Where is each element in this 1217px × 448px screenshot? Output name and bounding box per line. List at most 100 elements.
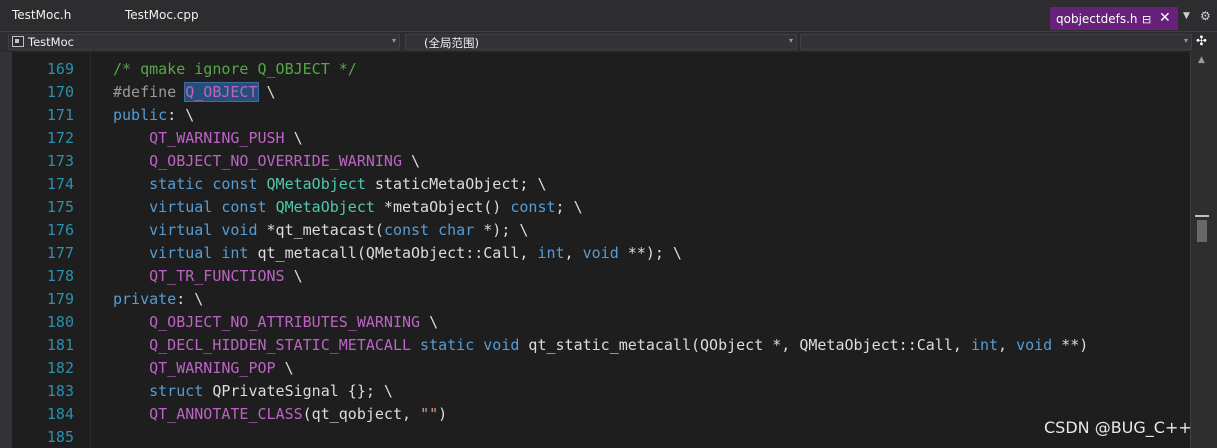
code-line[interactable]: 176 virtual void *qt_metacast(const char… [0, 218, 1190, 241]
chevron-down-icon: ▾ [1183, 36, 1188, 45]
line-number: 170 [46, 83, 74, 101]
tab-testmoc-h[interactable]: TestMoc.h [12, 8, 71, 22]
code-token: ) [438, 405, 448, 423]
code-text[interactable]: Q_OBJECT_NO_OVERRIDE_WARNING \ [113, 152, 420, 170]
code-line[interactable]: 177 virtual int qt_metacall(QMetaObject:… [0, 241, 1190, 264]
code-area[interactable]: 168 169 /* qmake ignore Q_OBJECT */ 170 #def… [0, 52, 1190, 448]
code-text[interactable]: struct QPrivateSignal {}; \ [113, 382, 393, 400]
line-number: 172 [46, 129, 74, 147]
chevron-down-icon: ▾ [788, 36, 793, 45]
code-token: QMetaObject [275, 198, 375, 216]
code-token: *metaObject() [374, 198, 511, 216]
code-token: : \ [176, 290, 204, 308]
settings-gear-icon[interactable]: ⚙ [1200, 9, 1211, 23]
line-number: 174 [46, 175, 74, 193]
tab-label: qobjectdefs.h [1056, 12, 1138, 26]
navigation-bar: TestMoc ▾ (全局范围) ▾ ▾ ✣ [0, 31, 1217, 52]
pin-icon[interactable]: ⊟ [1142, 13, 1151, 26]
code-token: struct [113, 382, 204, 400]
watermark: CSDN @BUG_C++ [1044, 418, 1192, 437]
code-token: static const [113, 175, 267, 193]
code-text[interactable]: QT_TR_FUNCTIONS \ [113, 267, 303, 285]
code-text[interactable]: private: \ [113, 290, 203, 308]
code-line[interactable]: 171 public: \ [0, 103, 1190, 126]
code-text[interactable]: static const QMetaObject staticMetaObjec… [113, 175, 547, 193]
code-token: \ [420, 313, 439, 331]
tab-testmoc-cpp[interactable]: TestMoc.cpp [125, 8, 199, 22]
code-line[interactable]: 174 static const QMetaObject staticMetaO… [0, 172, 1190, 195]
scrollbar-thumb[interactable] [1197, 220, 1207, 242]
code-text[interactable]: QT_WARNING_PUSH \ [113, 129, 303, 147]
code-line[interactable]: 173 Q_OBJECT_NO_OVERRIDE_WARNING \ [0, 149, 1190, 172]
selected-token: Q_OBJECT [184, 82, 259, 102]
code-token: void [1016, 336, 1053, 354]
scope-name: (全局范围) [424, 36, 479, 50]
code-line[interactable]: 183 struct QPrivateSignal {}; \ [0, 379, 1190, 402]
code-token: \ [401, 152, 421, 170]
code-token: const [510, 198, 556, 216]
code-token: virtual int [113, 244, 249, 262]
line-number: 179 [46, 290, 74, 308]
code-token: (qt_qobject, [302, 405, 421, 423]
code-token: void [582, 244, 619, 262]
code-token: \ [275, 359, 294, 377]
code-token: , [564, 244, 583, 262]
caret-position-marker [1195, 215, 1209, 217]
code-token: staticMetaObject; \ [365, 175, 547, 193]
line-number: 169 [46, 60, 74, 78]
code-token: #define [113, 83, 186, 101]
code-text[interactable]: QT_WARNING_POP \ [113, 359, 294, 377]
code-token: *qt_metacast( [257, 221, 384, 239]
code-text[interactable]: QT_ANNOTATE_CLASS(qt_qobject, "") [113, 405, 447, 423]
code-text[interactable]: Q_DECL_HIDDEN_STATIC_METACALL static voi… [113, 336, 1088, 354]
code-token: \ [257, 83, 276, 101]
code-token: int [537, 244, 565, 262]
close-icon[interactable]: ✕ [1159, 10, 1171, 26]
line-number: 181 [46, 336, 74, 354]
code-text[interactable]: Q_OBJECT_NO_ATTRIBUTES_WARNING \ [113, 313, 438, 331]
scope-dropdown[interactable]: (全局范围) ▾ [405, 34, 797, 50]
code-line[interactable]: 170 #define Q_OBJECT \ [0, 80, 1190, 103]
line-number: 168 [40, 52, 74, 55]
tab-qobjectdefs-h[interactable]: qobjectdefs.h ⊟ ✕ [1050, 7, 1178, 30]
code-token: /* qmake ignore Q_OBJECT */ [113, 60, 357, 78]
code-editor[interactable]: 168 169 /* qmake ignore Q_OBJECT */ 170 #def… [0, 52, 1217, 448]
code-text[interactable]: virtual const QMetaObject *metaObject() … [113, 198, 583, 216]
code-token: static void [420, 336, 520, 354]
code-token: private [113, 290, 177, 308]
code-line[interactable]: 179 private: \ [0, 287, 1190, 310]
code-text[interactable]: #define Q_OBJECT \ [113, 82, 276, 102]
code-line[interactable]: 181 Q_DECL_HIDDEN_STATIC_METACALL static… [0, 333, 1190, 356]
code-token: QMetaObject [266, 175, 366, 193]
project-dropdown[interactable]: TestMoc ▾ [8, 34, 400, 50]
code-token: const char [383, 221, 475, 239]
vertical-scrollbar[interactable]: ▲ [1190, 52, 1217, 448]
code-line[interactable]: 185 [0, 425, 1190, 448]
code-line[interactable]: 172 QT_WARNING_PUSH \ [0, 126, 1190, 149]
code-text[interactable]: virtual void *qt_metacast(const char *);… [113, 221, 528, 239]
code-text[interactable]: public: \ [113, 106, 194, 124]
code-token: "" [420, 405, 439, 423]
code-token: QPrivateSignal {}; \ [203, 382, 393, 400]
member-dropdown[interactable]: ▾ [800, 34, 1192, 50]
project-name: TestMoc [28, 35, 74, 49]
code-token: \ [284, 267, 303, 285]
code-line[interactable]: 175 virtual const QMetaObject *metaObjec… [0, 195, 1190, 218]
code-token: qt_static_metacall(QObject *, QMetaObjec… [519, 336, 971, 354]
code-line[interactable]: 169 /* qmake ignore Q_OBJECT */ [0, 57, 1190, 80]
code-token: ; \ [555, 198, 583, 216]
line-number: 177 [46, 244, 74, 262]
code-line[interactable]: 184 QT_ANNOTATE_CLASS(qt_qobject, "") [0, 402, 1190, 425]
code-text[interactable]: /* qmake ignore Q_OBJECT */ [113, 60, 357, 78]
split-window-icon[interactable]: ✣ [1196, 34, 1207, 49]
tab-list-dropdown-icon[interactable]: ▼ [1183, 11, 1190, 21]
code-line[interactable]: 178 QT_TR_FUNCTIONS \ [0, 264, 1190, 287]
code-line[interactable]: 182 QT_WARNING_POP \ [0, 356, 1190, 379]
code-token: Q_DECL_HIDDEN_STATIC_METACALL [113, 336, 412, 354]
code-token: QT_ANNOTATE_CLASS [113, 405, 303, 423]
code-token: QT_WARNING_PUSH [113, 129, 285, 147]
code-token: *); \ [474, 221, 529, 239]
scroll-up-icon[interactable]: ▲ [1198, 55, 1205, 65]
code-line[interactable]: 180 Q_OBJECT_NO_ATTRIBUTES_WARNING \ [0, 310, 1190, 333]
code-text[interactable]: virtual int qt_metacall(QMetaObject::Cal… [113, 244, 682, 262]
